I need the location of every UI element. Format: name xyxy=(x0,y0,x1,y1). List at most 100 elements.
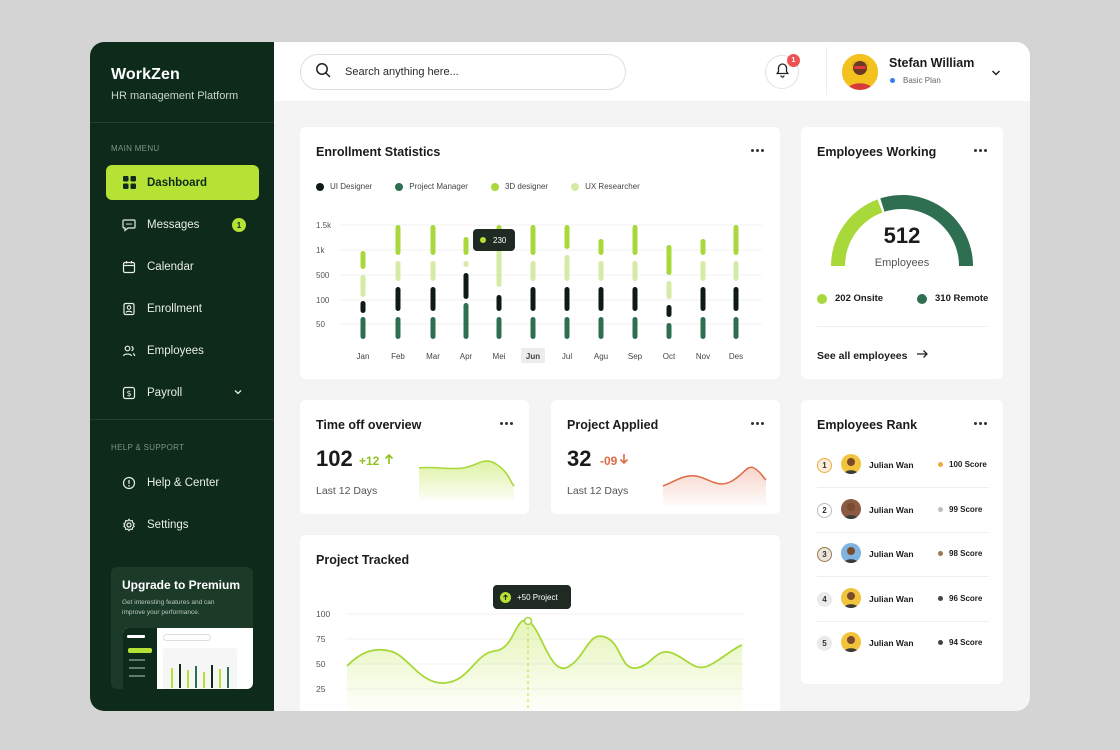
bar-segment[interactable] xyxy=(530,287,536,311)
sidebar-item-employees[interactable]: Employees xyxy=(106,333,259,368)
sidebar-item-calendar[interactable]: Calendar xyxy=(106,249,259,284)
sidebar-item-payroll[interactable]: $ Payroll xyxy=(106,375,259,410)
bar-segment[interactable] xyxy=(430,287,436,311)
x-tick-label[interactable]: Jul xyxy=(562,352,572,361)
bar-segment[interactable] xyxy=(463,273,469,299)
tooltip-label: +50 Project xyxy=(517,592,558,602)
gauge-total: 512 xyxy=(883,223,921,248)
bar-segment[interactable] xyxy=(463,237,469,255)
x-tick-label[interactable]: Sep xyxy=(628,352,643,361)
bar-segment[interactable] xyxy=(530,261,536,281)
sidebar-item-enrollment[interactable]: Enrollment xyxy=(106,291,259,326)
bar-segment[interactable] xyxy=(598,317,604,339)
more-options-icon[interactable] xyxy=(974,422,987,425)
x-tick-label[interactable]: Jan xyxy=(357,352,370,361)
x-tick-label[interactable]: Mar xyxy=(426,352,440,361)
score-dot xyxy=(938,506,943,512)
rank-name: Julian Wan xyxy=(869,460,914,470)
bar-segment[interactable] xyxy=(700,317,706,339)
bar-segment[interactable] xyxy=(666,323,672,339)
bar-segment[interactable] xyxy=(395,261,401,281)
arrow-right-icon xyxy=(916,349,929,362)
bar-segment[interactable] xyxy=(564,317,570,339)
bar-segment[interactable] xyxy=(496,295,502,311)
bar-segment[interactable] xyxy=(395,225,401,255)
sidebar: WorkZen HR management Platform MAIN MENU… xyxy=(90,42,274,711)
x-tick-label[interactable]: Des xyxy=(729,352,743,361)
bar-segment[interactable] xyxy=(700,287,706,311)
area-fill xyxy=(347,620,742,711)
time-off-sparkline xyxy=(418,460,515,500)
see-all-employees-link[interactable]: See all employees xyxy=(817,349,929,362)
sidebar-item-settings[interactable]: Settings xyxy=(106,507,259,542)
bar-segment[interactable] xyxy=(430,225,436,255)
more-options-icon[interactable] xyxy=(751,422,764,425)
bar-segment[interactable] xyxy=(733,261,739,281)
rank-row[interactable]: 3 Julian Wan 98 Score xyxy=(817,533,989,577)
sidebar-item-messages[interactable]: Messages 1 xyxy=(106,207,259,242)
upgrade-premium-card[interactable]: Upgrade to Premium Get interesting featu… xyxy=(111,567,253,689)
bar-segment[interactable] xyxy=(395,287,401,311)
gear-icon xyxy=(122,517,136,532)
x-tick-label[interactable]: Oct xyxy=(663,352,676,361)
more-options-icon[interactable] xyxy=(500,422,513,425)
bar-segment[interactable] xyxy=(733,287,739,311)
search-bar[interactable] xyxy=(300,54,626,90)
focus-point[interactable] xyxy=(523,616,533,626)
bar-segment[interactable] xyxy=(430,317,436,339)
bar-segment[interactable] xyxy=(530,317,536,339)
bar-segment[interactable] xyxy=(632,287,638,311)
bar-segment[interactable] xyxy=(530,225,536,255)
project-applied-sparkline xyxy=(662,466,767,506)
remote-legend: 310 Remote xyxy=(917,293,988,304)
rank-row[interactable]: 1 Julian Wan 100 Score xyxy=(817,444,989,488)
bar-segment[interactable] xyxy=(360,317,366,339)
rank-row[interactable]: 5 Julian Wan 94 Score xyxy=(817,622,989,666)
bar-segment[interactable] xyxy=(463,303,469,339)
rank-row[interactable]: 4 Julian Wan 96 Score xyxy=(817,578,989,622)
x-tick-label[interactable]: Agu xyxy=(594,352,608,361)
chevron-down-icon[interactable] xyxy=(990,66,1002,84)
rank-score: 98 Score xyxy=(938,549,982,558)
bar-segment[interactable] xyxy=(360,251,366,269)
bar-segment[interactable] xyxy=(564,225,570,249)
bar-segment[interactable] xyxy=(598,239,604,255)
bar-segment[interactable] xyxy=(733,225,739,255)
x-tick-label[interactable]: Nov xyxy=(696,352,710,361)
x-tick-label[interactable]: Apr xyxy=(460,352,473,361)
user-avatar[interactable] xyxy=(842,54,878,90)
bar-segment[interactable] xyxy=(666,305,672,317)
search-input[interactable] xyxy=(345,66,595,78)
bar-segment[interactable] xyxy=(632,317,638,339)
x-tick-label[interactable]: Jun xyxy=(526,352,540,361)
sidebar-item-label: Help & Center xyxy=(147,476,220,489)
bar-segment[interactable] xyxy=(360,275,366,297)
bell-icon xyxy=(775,62,790,83)
sidebar-item-dashboard[interactable]: Dashboard xyxy=(106,165,259,200)
x-tick-label[interactable]: Feb xyxy=(391,352,405,361)
bar-segment[interactable] xyxy=(598,261,604,281)
bar-segment[interactable] xyxy=(733,317,739,339)
time-off-delta: +12 xyxy=(359,453,394,468)
bar-segment[interactable] xyxy=(463,261,469,267)
bar-segment[interactable] xyxy=(598,287,604,311)
notification-button[interactable]: 1 xyxy=(765,54,800,89)
bar-segment[interactable] xyxy=(666,245,672,275)
sidebar-item-label: Dashboard xyxy=(147,176,208,189)
bar-segment[interactable] xyxy=(564,255,570,281)
rank-row[interactable]: 2 Julian Wan 99 Score xyxy=(817,489,989,533)
bar-segment[interactable] xyxy=(700,261,706,281)
bar-segment[interactable] xyxy=(496,317,502,339)
bar-segment[interactable] xyxy=(430,261,436,281)
bar-segment[interactable] xyxy=(564,287,570,311)
bar-segment[interactable] xyxy=(395,317,401,339)
plan-status-dot xyxy=(890,78,895,83)
bar-segment[interactable] xyxy=(700,239,706,255)
score-dot xyxy=(938,640,943,645)
x-tick-label[interactable]: Mei xyxy=(493,352,506,361)
bar-segment[interactable] xyxy=(632,261,638,281)
bar-segment[interactable] xyxy=(632,225,638,255)
sidebar-item-help-center[interactable]: Help & Center xyxy=(106,465,259,500)
bar-segment[interactable] xyxy=(666,281,672,299)
bar-segment[interactable] xyxy=(360,301,366,313)
